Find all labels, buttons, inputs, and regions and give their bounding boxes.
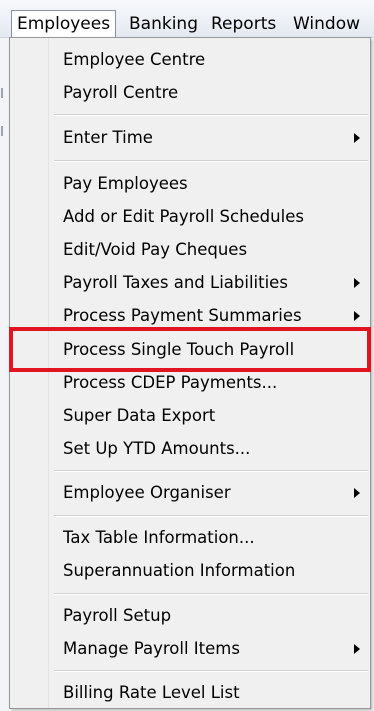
menu-separator bbox=[54, 470, 368, 472]
menu-item-label: Pay Employees bbox=[63, 174, 188, 193]
menu-item-label: Tax Table Information... bbox=[63, 528, 255, 547]
menu-item-employee-organiser[interactable]: Employee Organiser bbox=[10, 476, 370, 509]
app-window: Employees Banking Reports Window Employe… bbox=[0, 0, 374, 711]
submenu-arrow-icon bbox=[354, 133, 360, 143]
menu-separator bbox=[54, 593, 368, 595]
menu-item-label: Enter Time bbox=[63, 128, 153, 147]
menu-item-label: Set Up YTD Amounts... bbox=[63, 439, 251, 458]
menu-item-label: Payroll Taxes and Liabilities bbox=[63, 273, 288, 292]
menu-item-process-payment-summaries[interactable]: Process Payment Summaries bbox=[10, 299, 370, 332]
menu-reports[interactable]: Reports bbox=[211, 11, 276, 37]
menu-window[interactable]: Window bbox=[293, 11, 360, 37]
menu-item-process-cdep-payments[interactable]: Process CDEP Payments... bbox=[10, 366, 370, 399]
menu-item-tax-table-information[interactable]: Tax Table Information... bbox=[10, 521, 370, 554]
menu-separator bbox=[54, 114, 368, 116]
submenu-arrow-icon bbox=[354, 488, 360, 498]
menu-item-pay-employees[interactable]: Pay Employees bbox=[10, 167, 370, 200]
submenu-arrow-icon bbox=[354, 311, 360, 321]
menu-item-process-single-touch-payroll[interactable]: Process Single Touch Payroll bbox=[10, 333, 370, 366]
menu-item-label: Process CDEP Payments... bbox=[63, 373, 278, 392]
menu-item-label: Billing Rate Level List bbox=[63, 683, 240, 702]
menu-item-employee-centre[interactable]: Employee Centre bbox=[10, 43, 370, 76]
menu-separator bbox=[54, 670, 368, 672]
edge-mark bbox=[1, 126, 3, 136]
menu-banking[interactable]: Banking bbox=[129, 11, 198, 37]
menu-item-label: Employee Organiser bbox=[63, 483, 231, 502]
menu-item-label: Edit/Void Pay Cheques bbox=[63, 240, 248, 259]
menu-item-payroll-centre[interactable]: Payroll Centre bbox=[10, 76, 370, 109]
menu-item-label: Manage Payroll Items bbox=[63, 639, 240, 658]
menu-separator bbox=[54, 160, 368, 162]
menu-item-payroll-taxes-liabilities[interactable]: Payroll Taxes and Liabilities bbox=[10, 266, 370, 299]
menu-item-label: Process Payment Summaries bbox=[63, 306, 302, 325]
menu-employees[interactable]: Employees bbox=[11, 10, 117, 37]
menu-item-enter-time[interactable]: Enter Time bbox=[10, 121, 370, 154]
menu-item-super-data-export[interactable]: Super Data Export bbox=[10, 399, 370, 432]
menu-item-manage-payroll-items[interactable]: Manage Payroll Items bbox=[10, 632, 370, 665]
menu-item-label: Employee Centre bbox=[63, 50, 206, 69]
menu-item-label: Process Single Touch Payroll bbox=[63, 340, 295, 359]
menu-item-set-up-ytd-amounts[interactable]: Set Up YTD Amounts... bbox=[10, 432, 370, 465]
menu-item-label: Payroll Setup bbox=[63, 606, 172, 625]
employees-dropdown-menu: Employee Centre Payroll Centre Enter Tim… bbox=[9, 37, 371, 709]
menu-item-edit-void-pay-cheques[interactable]: Edit/Void Pay Cheques bbox=[10, 233, 370, 266]
menu-bar: Employees Banking Reports Window bbox=[0, 0, 374, 38]
menu-item-label: Payroll Centre bbox=[63, 83, 179, 102]
menu-separator bbox=[54, 515, 368, 517]
menu-item-payroll-setup[interactable]: Payroll Setup bbox=[10, 599, 370, 632]
menu-item-label: Superannuation Information bbox=[63, 561, 296, 580]
submenu-arrow-icon bbox=[354, 278, 360, 288]
edge-mark bbox=[1, 88, 3, 98]
menu-item-billing-rate-level-list[interactable]: Billing Rate Level List bbox=[10, 676, 370, 709]
submenu-arrow-icon bbox=[354, 644, 360, 654]
menu-item-payroll-schedules[interactable]: Add or Edit Payroll Schedules bbox=[10, 200, 370, 233]
menu-item-superannuation-information[interactable]: Superannuation Information bbox=[10, 554, 370, 587]
menu-item-label: Add or Edit Payroll Schedules bbox=[63, 207, 304, 226]
menu-item-label: Super Data Export bbox=[63, 406, 216, 425]
background-window-edge bbox=[0, 38, 9, 711]
